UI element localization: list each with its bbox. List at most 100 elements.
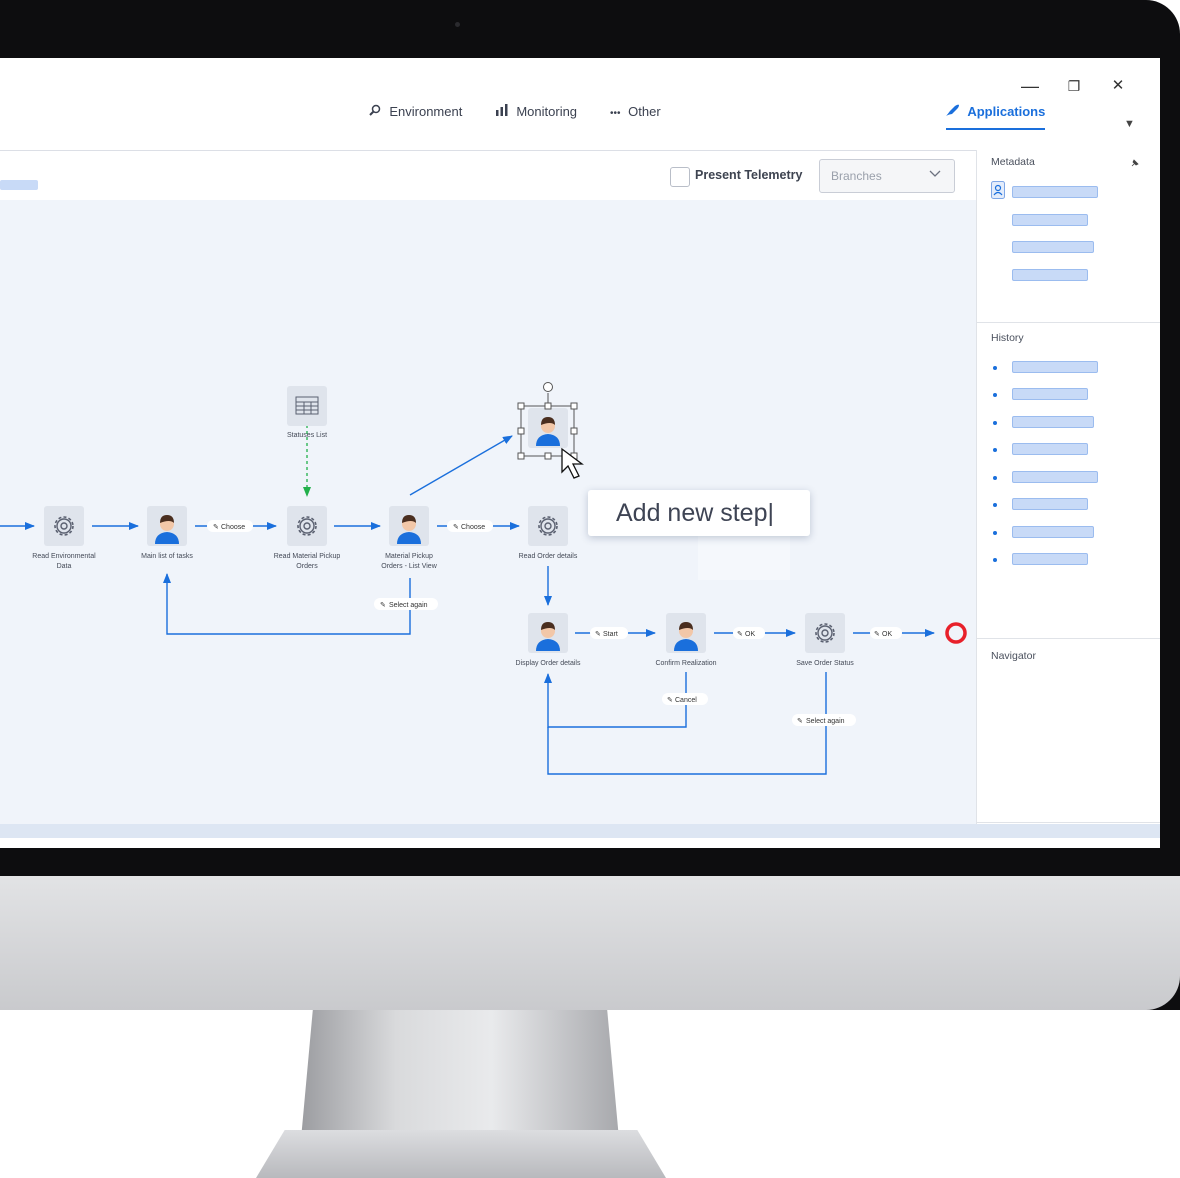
svg-text:✎: ✎ — [667, 697, 673, 704]
active-tab-underline — [946, 128, 1046, 130]
node-main-list-of-tasks[interactable] — [147, 506, 187, 546]
edge-label-ok-1[interactable]: ✎ OK — [733, 627, 765, 639]
node-read-environmental-data[interactable] — [43, 505, 85, 547]
node-label: Read Material Pickup — [274, 553, 341, 560]
history-bullet — [993, 558, 997, 562]
resize-handle[interactable] — [517, 402, 525, 410]
node-label: Statuses List — [287, 432, 327, 439]
svg-text:✎: ✎ — [213, 524, 219, 531]
svg-text:✎: ✎ — [380, 602, 386, 609]
end-node[interactable] — [945, 622, 967, 644]
menu-dropdown-icon[interactable]: ▼ — [1124, 118, 1135, 130]
edge-label-ok-2[interactable]: ✎ OK — [870, 627, 902, 639]
nav-applications[interactable]: Applications — [946, 104, 1046, 134]
metadata-title: Metadata — [991, 156, 1035, 168]
environment-icon — [369, 104, 385, 119]
history-item[interactable] — [1012, 388, 1088, 400]
nav-monitoring[interactable]: Monitoring — [495, 104, 577, 134]
nav-environment[interactable]: Environment — [369, 104, 462, 134]
edge-label-choose-1[interactable]: ✎ Choose — [207, 520, 253, 532]
node-material-pickup-orders-list[interactable] — [389, 506, 429, 546]
camera-dot — [455, 22, 460, 27]
metadata-field-placeholder — [1012, 241, 1094, 253]
resize-handle[interactable] — [517, 427, 525, 435]
navigator-title: Navigator — [991, 650, 1036, 662]
resize-handle[interactable] — [517, 452, 525, 460]
history-item[interactable] — [1012, 471, 1098, 483]
branches-select[interactable]: Branches — [819, 159, 955, 193]
node-save-order-status[interactable] — [804, 612, 846, 654]
nav-label-monitoring: Monitoring — [516, 104, 578, 119]
edge-label-text: OK — [882, 631, 892, 638]
svg-text:✎: ✎ — [453, 524, 459, 531]
new-step-name-input[interactable]: Add new step| — [588, 490, 810, 536]
node-statuses-list[interactable] — [287, 386, 327, 426]
present-telemetry-label: Present Telemetry — [695, 168, 803, 182]
node-new-step[interactable] — [517, 382, 578, 460]
branches-select-value: Branches — [831, 169, 882, 183]
resize-handle[interactable] — [570, 427, 578, 435]
node-label: Read Environmental — [32, 553, 96, 560]
edge-label-cancel[interactable]: ✎ Cancel — [662, 693, 708, 705]
node-label: Confirm Realization — [655, 660, 716, 667]
history-item[interactable] — [1012, 416, 1094, 428]
edge-label-choose-2[interactable]: ✎ Choose — [447, 520, 493, 532]
history-item[interactable] — [1012, 553, 1088, 565]
node-label: Data — [57, 563, 72, 570]
edge-label-select-again-2[interactable]: ✎ Select again — [792, 714, 856, 726]
resize-handle[interactable] — [544, 452, 552, 460]
resize-handle[interactable] — [544, 402, 552, 410]
present-telemetry-checkbox[interactable] — [670, 167, 690, 187]
history-item[interactable] — [1012, 443, 1088, 455]
panel-divider — [977, 638, 1160, 639]
node-read-material-pickup-orders[interactable] — [286, 505, 328, 547]
node-confirm-realization[interactable] — [666, 613, 706, 653]
nav-label-environment: Environment — [389, 104, 463, 119]
edge-label-start[interactable]: ✎ Start — [590, 627, 628, 639]
user-badge-icon — [991, 181, 1005, 199]
process-diagram: Statuses List Read Environmental Data Ma… — [0, 382, 967, 775]
history-bullet — [993, 393, 997, 397]
status-bar — [0, 824, 1160, 838]
panel-divider — [977, 322, 1160, 323]
diagram-canvas[interactable]: Statuses List Read Environmental Data Ma… — [0, 200, 976, 824]
metadata-field-placeholder — [1012, 214, 1088, 226]
history-item[interactable] — [1012, 526, 1094, 538]
svg-text:✎: ✎ — [797, 718, 803, 725]
node-label: Save Order Status — [796, 660, 854, 667]
close-button[interactable]: ✕ — [1108, 76, 1128, 96]
panel-divider — [977, 822, 1160, 823]
svg-text:✎: ✎ — [874, 631, 880, 638]
history-bullet — [993, 366, 997, 370]
history-item[interactable] — [1012, 498, 1088, 510]
edge-label-select-again-1[interactable]: ✎ Select again — [374, 598, 438, 610]
monitor-stand — [300, 1010, 620, 1150]
edge-select-again-loop-2 — [547, 672, 827, 775]
history-bullet — [993, 476, 997, 480]
history-title: History — [991, 332, 1024, 344]
rocket-icon — [946, 104, 963, 119]
rotate-handle-icon[interactable] — [543, 382, 553, 392]
node-label: Material Pickup — [385, 553, 433, 560]
svg-text:✎: ✎ — [595, 631, 601, 638]
node-label: Read Order details — [519, 553, 578, 560]
history-item[interactable] — [1012, 361, 1098, 373]
history-bullet — [993, 448, 997, 452]
node-display-order-details[interactable] — [528, 613, 568, 653]
edge-label-text: Choose — [461, 524, 485, 531]
edge-label-text: Start — [603, 631, 618, 638]
monitor-chin — [0, 876, 1180, 1010]
minimize-button[interactable]: — — [1020, 76, 1040, 96]
resize-handle[interactable] — [570, 402, 578, 410]
history-bullet — [993, 503, 997, 507]
node-label: Display Order details — [516, 660, 581, 667]
monitor-stand-base — [256, 1130, 666, 1178]
node-read-order-details[interactable] — [527, 505, 569, 547]
restore-button[interactable]: ❐ — [1064, 76, 1084, 96]
more-icon: ••• — [610, 108, 621, 119]
svg-text:✎: ✎ — [737, 631, 743, 638]
nav-other[interactable]: ••• Other — [610, 104, 661, 134]
pin-icon[interactable] — [1131, 159, 1139, 167]
node-label: Orders — [296, 563, 318, 570]
edge-label-text: Choose — [221, 524, 245, 531]
